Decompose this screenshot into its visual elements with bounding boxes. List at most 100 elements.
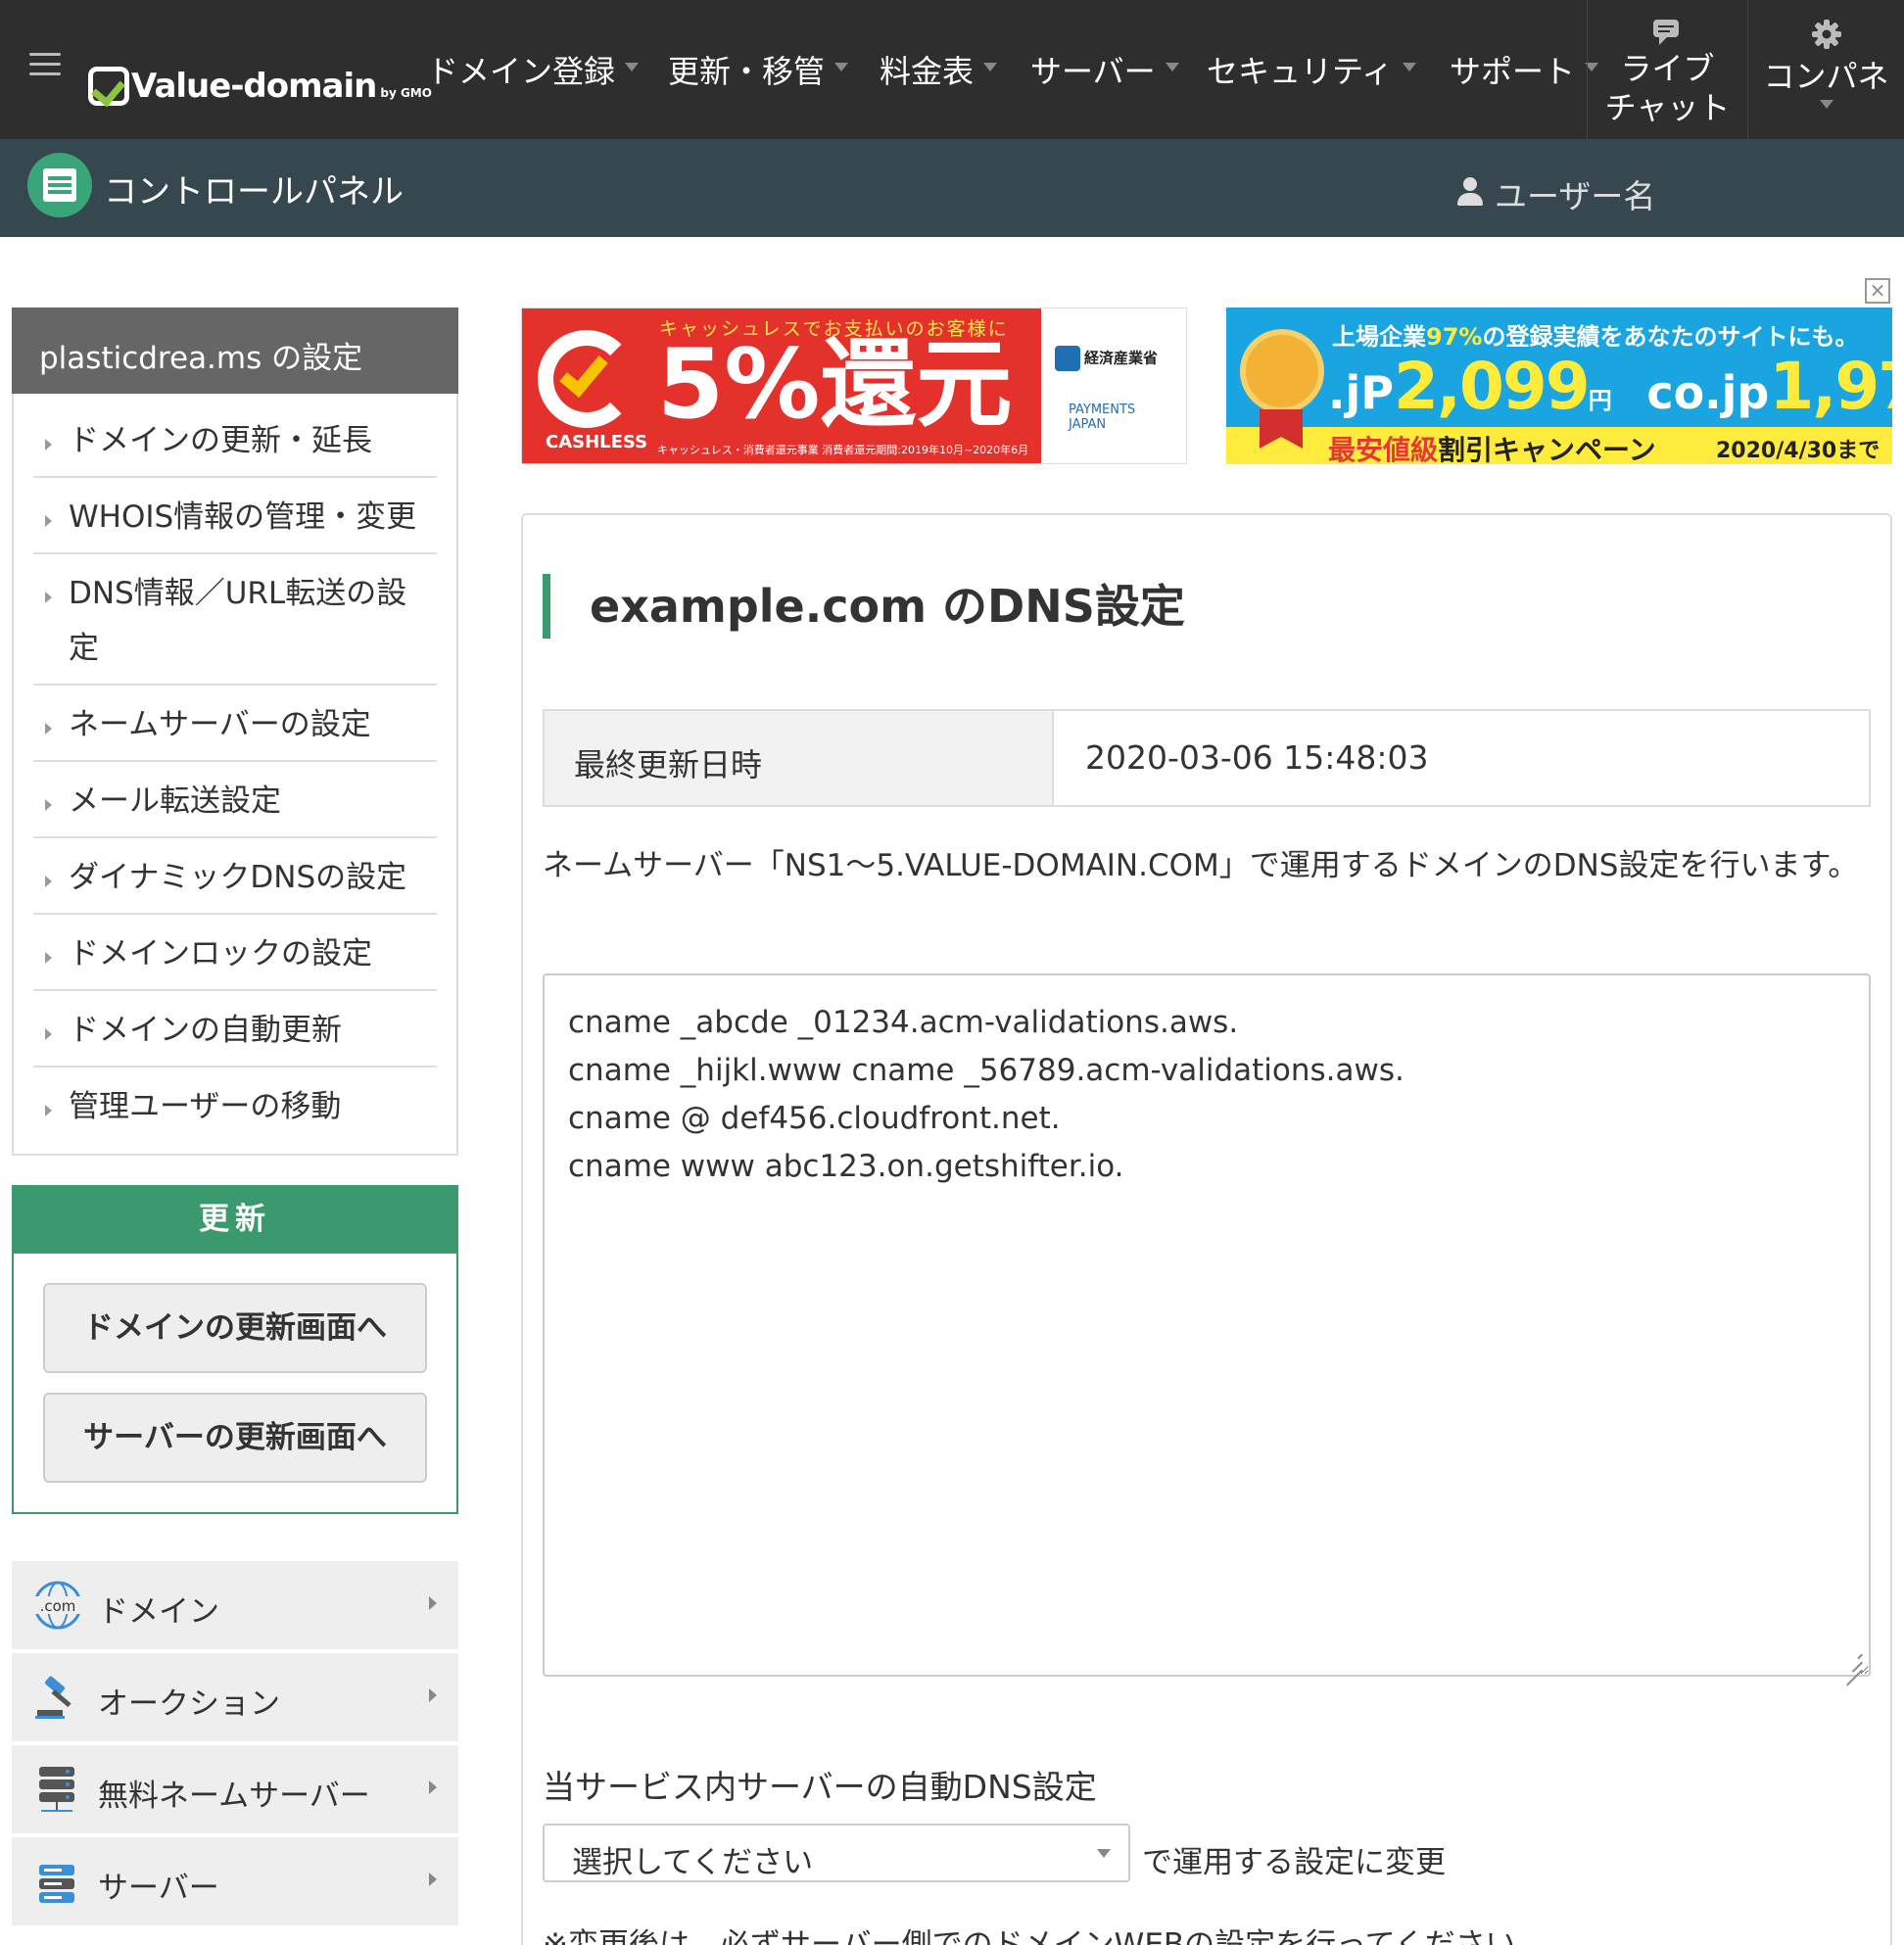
- sidebar-item-nameserver[interactable]: ネームサーバーの設定: [33, 697, 437, 762]
- nav-label: セキュリティ: [1207, 53, 1394, 90]
- control-panel-header: コントロールパネル ユーザー名: [0, 139, 1904, 237]
- user-menu[interactable]: ユーザー名: [1457, 170, 1655, 217]
- renew-heading: 更新: [12, 1185, 458, 1254]
- control-panel-icon: [27, 153, 92, 217]
- chevron-down-icon: [983, 62, 998, 71]
- nav-label: 料金表: [880, 53, 975, 90]
- server-select[interactable]: 選択してください: [543, 1824, 1130, 1882]
- chevron-down-icon: [1403, 62, 1417, 71]
- nav-label: サポート: [1450, 53, 1576, 90]
- sidebar-item-label: メール転送設定: [69, 783, 281, 819]
- payments-japan-logo: PAYMENTS JAPAN: [1069, 403, 1136, 432]
- cojp-label: co.jp: [1646, 366, 1770, 419]
- jp-price: 2,099: [1393, 349, 1591, 424]
- last-updated-table: 最終更新日時 2020-03-06 15:48:03: [543, 709, 1871, 807]
- live-chat-button[interactable]: ライブ チャット: [1587, 0, 1747, 139]
- sidebar-item-auto-renew[interactable]: ドメインの自動更新: [33, 1003, 437, 1067]
- sidebar-item-mail-forward[interactable]: メール転送設定: [33, 774, 437, 838]
- category-label: サーバー: [98, 1871, 219, 1906]
- chevron-right-icon: [429, 1780, 437, 1794]
- nav-support[interactable]: サポート: [1450, 47, 1599, 92]
- nav-label: ドメイン登録: [427, 53, 616, 90]
- category-label: 無料ネームサーバー: [98, 1779, 370, 1814]
- hamburger-icon[interactable]: [29, 53, 61, 76]
- nav-pricing[interactable]: 料金表: [880, 47, 998, 92]
- cashless-brand: CASHLESS: [546, 432, 648, 452]
- control-panel-menu[interactable]: コンパネ: [1747, 0, 1904, 139]
- nav-label: 更新・移管: [668, 53, 826, 90]
- medal-icon: [1240, 329, 1324, 413]
- cashless-banner[interactable]: CASHLESS キャッシュレスでお支払いのお客様に 5%還元 キャッシュレス・…: [521, 308, 1187, 464]
- nav-domain-registration[interactable]: ドメイン登録: [427, 47, 640, 92]
- sidebar-item-label: WHOIS情報の管理・変更: [69, 499, 417, 535]
- sidebar-item-domain-lock[interactable]: ドメインロックの設定: [33, 926, 437, 991]
- sidebar-item-label: ドメインの自動更新: [69, 1013, 342, 1048]
- jp-banner-campaign: 最安値級割引キャンペーン: [1328, 429, 1656, 464]
- close-icon[interactable]: ×: [1865, 278, 1890, 304]
- jp-label: .jP: [1328, 366, 1394, 419]
- logo-text: Value-domain: [131, 67, 377, 106]
- sidebar-item-move-user[interactable]: 管理ユーザーの移動: [33, 1079, 437, 1144]
- nav-renewal-transfer[interactable]: 更新・移管: [668, 47, 849, 92]
- select-suffix-text: で運用する設定に変更: [1142, 1845, 1446, 1880]
- domain-renew-button[interactable]: ドメインの更新画面へ: [43, 1283, 427, 1373]
- category-free-nameserver[interactable]: 無料ネームサーバー: [12, 1745, 458, 1835]
- server-renew-button[interactable]: サーバーの更新画面へ: [43, 1393, 427, 1483]
- category-server[interactable]: サーバー: [12, 1837, 458, 1927]
- yen-unit: 円: [1588, 387, 1612, 414]
- control-panel-label: コンパネ: [1763, 58, 1889, 95]
- domain-settings-heading: plasticdrea.ms の設定: [12, 308, 458, 394]
- jp-banner-top: 上場企業97%の登録実績をあなたのサイトにも。: [1332, 317, 1858, 352]
- control-panel-title: コントロールパネル: [104, 172, 404, 212]
- top-pct: 97%: [1426, 323, 1483, 351]
- sidebar-item-dns-url[interactable]: DNS情報／URL転送の設定: [33, 566, 437, 686]
- chevron-right-icon: [429, 1688, 437, 1702]
- cashless-banner-side: 経済産業省 PAYMENTS JAPAN: [1041, 308, 1186, 463]
- last-updated-value: 2020-03-06 15:48:03: [1085, 738, 1429, 777]
- server-icon: [31, 1855, 84, 1908]
- cashless-logo-icon: [538, 330, 636, 428]
- chevron-right-icon: [429, 1873, 437, 1886]
- logo-gmo: by GMO: [380, 86, 432, 100]
- chevron-down-icon: [1165, 62, 1179, 71]
- category-label: オークション: [98, 1686, 280, 1722]
- sidebar-item-label: 管理ユーザーの移動: [69, 1089, 342, 1124]
- ministry-text: 経済産業省: [1084, 349, 1159, 367]
- globe-com-icon: .com: [31, 1579, 84, 1632]
- ministry-logo: 経済産業省: [1055, 346, 1158, 371]
- svg-text:.com: .com: [40, 1597, 76, 1615]
- top-navigation: Value-domain by GMO ドメイン登録 更新・移管 料金表 サーバ…: [0, 0, 1904, 139]
- category-auction[interactable]: オークション: [12, 1653, 458, 1743]
- chat-icon: [1588, 18, 1747, 53]
- username: ユーザー名: [1495, 177, 1656, 215]
- last-updated-label: 最終更新日時: [545, 711, 1054, 805]
- sidebar-item-label: ネームサーバーの設定: [69, 707, 371, 742]
- chevron-down-icon: [834, 62, 849, 71]
- camp-red: 最安値級: [1328, 434, 1439, 464]
- sidebar-item-dynamic-dns[interactable]: ダイナミックDNSの設定: [33, 850, 437, 915]
- jp-banner-date: 2020/4/30まで: [1716, 439, 1880, 463]
- page-title: example.com のDNS設定: [543, 574, 1185, 639]
- server-select-value: 選択してください: [572, 1845, 814, 1880]
- category-domain[interactable]: .com ドメイン: [12, 1561, 458, 1651]
- nav-security[interactable]: セキュリティ: [1207, 47, 1417, 92]
- sidebar-item-renew-extend[interactable]: ドメインの更新・延長: [33, 413, 437, 478]
- jp-campaign-banner[interactable]: 上場企業97%の登録実績をあなたのサイトにも。 .jP2,099円 co.jp1…: [1226, 308, 1892, 464]
- chevron-down-icon: [1819, 100, 1833, 109]
- top-post: の登録実績をあなたのサイトにも。: [1482, 323, 1859, 351]
- chevron-down-icon: [1097, 1849, 1111, 1858]
- cojp-price: 1,970: [1769, 349, 1892, 424]
- value-domain-logo[interactable]: Value-domain by GMO: [88, 57, 432, 106]
- cashless-small-text: キャッシュレス・消費者還元事業 消費者還元期間:2019年10月~2020年6月: [657, 444, 1029, 456]
- cashless-big-text: 5%還元: [657, 329, 1013, 441]
- change-note: ※変更後は、必ずサーバー側でのドメインWEBの設定を行ってください。: [543, 1927, 1547, 1945]
- top-pre: 上場企業: [1332, 323, 1426, 351]
- resize-grip-icon[interactable]: [1839, 1647, 1865, 1686]
- logo-mark: [88, 67, 129, 106]
- nav-server[interactable]: サーバー: [1030, 47, 1179, 92]
- sidebar-item-whois[interactable]: WHOIS情報の管理・変更: [33, 490, 437, 554]
- gear-icon: [1748, 18, 1904, 53]
- sidebar-item-label: ドメインの更新・延長: [69, 423, 372, 458]
- dns-records-textarea[interactable]: cname _abcde _01234.acm-validations.aws.…: [543, 973, 1871, 1677]
- category-label: ドメイン: [98, 1594, 219, 1630]
